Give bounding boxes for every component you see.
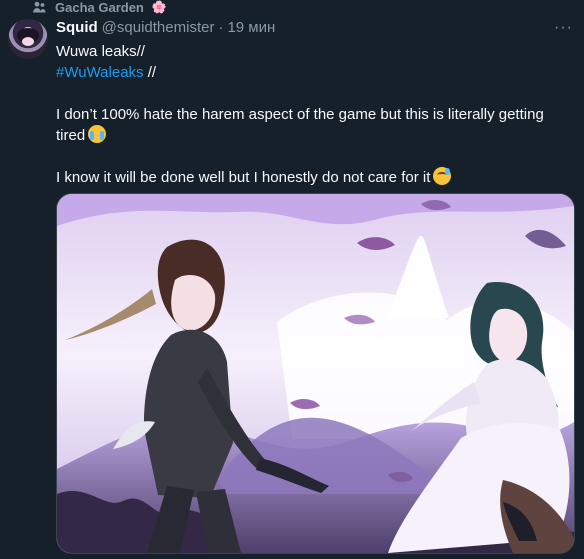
tweet-text: Wuwa leaks// #WuWaleaks // I don’t 100% … [56, 41, 566, 188]
loudly-crying-face-icon [88, 125, 107, 143]
display-name[interactable]: Squid [56, 18, 98, 38]
tweet-line-1: Wuwa leaks// [56, 43, 145, 60]
paragraph-3-text: I know it will be done well but I honest… [56, 169, 431, 186]
flower-emoji: 🌸 [151, 0, 167, 14]
tweet-paragraph-2: I don’t 100% hate the harem aspect of th… [56, 104, 566, 146]
anime-artwork-image [57, 194, 574, 553]
grinning-face-with-sweat-icon [433, 167, 452, 185]
hashtag-link[interactable]: #WuWaleaks [56, 64, 144, 81]
community-name[interactable]: Gacha Garden [55, 0, 144, 15]
community-header[interactable]: Gacha Garden 🌸 [32, 0, 167, 16]
avatar[interactable] [8, 19, 48, 59]
paragraph-2-text: I don’t 100% hate the harem aspect of th… [56, 106, 544, 144]
tweet-page: Gacha Garden 🌸 Squid @squidthemister · 1… [0, 0, 584, 559]
line-suffix: // [143, 64, 157, 81]
user-handle[interactable]: @squidthemister [102, 18, 215, 38]
tweet-image[interactable] [56, 193, 575, 554]
tweet-paragraph-3: I know it will be done well but I honest… [56, 167, 566, 188]
separator-dot: · [218, 19, 224, 36]
more-icon[interactable]: ··· [554, 20, 572, 36]
tweet-header: Squid @squidthemister · 19 мин [56, 18, 275, 38]
people-icon [32, 1, 47, 14]
tweet-line-2: #WuWaleaks // [56, 62, 566, 83]
timestamp[interactable]: 19 мин [227, 18, 275, 38]
